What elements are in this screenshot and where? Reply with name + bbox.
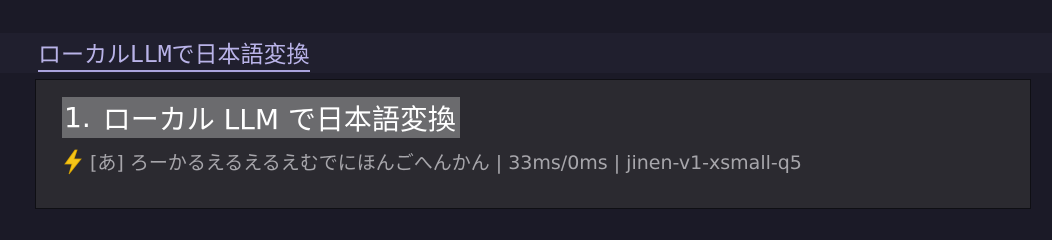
candidate-item-selected[interactable]: 1. ローカル LLM で日本語変換 [62,97,460,138]
ime-candidate-window: 1. ローカル LLM で日本語変換 [あ] ろーかるえるえるえむでにほんごへん… [35,79,1031,209]
candidate-text: ローカル LLM で日本語変換 [102,102,456,136]
lightning-bolt-icon [62,149,84,175]
ime-composition-text[interactable]: ローカルLLMで日本語変換 [38,41,310,72]
candidate-number: 1. [64,101,91,134]
ime-status-line: [あ] ろーかるえるえるえむでにほんごへんかん | 33ms/0ms | jin… [62,148,802,175]
status-text: [あ] ろーかるえるえるえむでにほんごへんかん | 33ms/0ms | jin… [90,152,802,174]
